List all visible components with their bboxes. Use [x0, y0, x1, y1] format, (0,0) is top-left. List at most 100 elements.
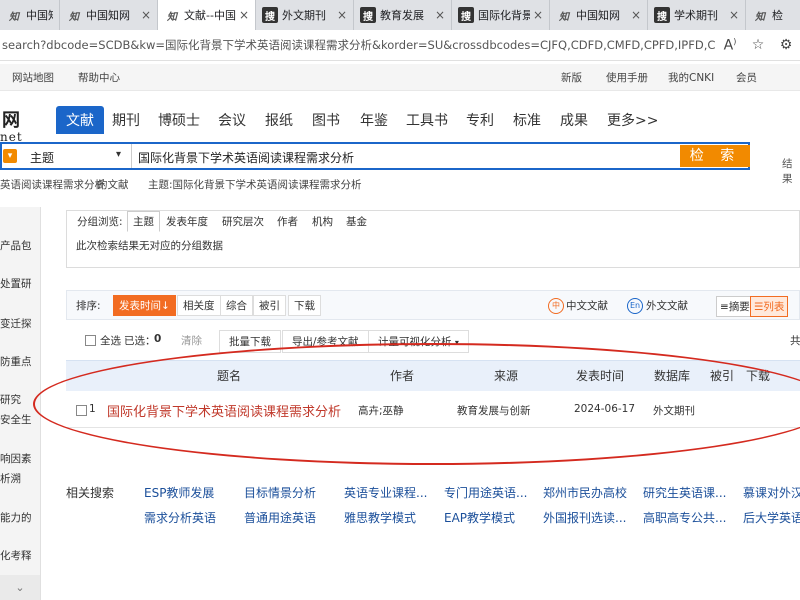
browser-tab[interactable]: 知检: [746, 0, 800, 30]
browser-tab[interactable]: 搜外文期刊 ×: [256, 0, 354, 30]
chinese-literature-icon: 中: [548, 298, 564, 314]
new-version-link[interactable]: 新版: [561, 70, 582, 85]
browser-tab[interactable]: 知中国知网 ×: [60, 0, 158, 30]
dropdown-arrow-icon: ▾: [3, 149, 17, 163]
related-search-link[interactable]: 慕课对外汉: [743, 484, 800, 501]
related-search-link[interactable]: 外国报刊选读...: [543, 509, 626, 526]
sort-option-relevance[interactable]: 相关度: [177, 295, 221, 316]
browser-tab[interactable]: 知中国知网: [0, 0, 60, 30]
my-cnki-link[interactable]: 我的CNKI: [668, 70, 714, 85]
group-empty-message: 此次检索结果无对应的分组数据: [76, 240, 223, 252]
sogou-favicon-icon: 搜: [262, 7, 278, 23]
sidebar-item[interactable]: 产品包: [0, 238, 32, 253]
category-tab-newspaper[interactable]: 报纸: [265, 110, 293, 130]
view-list-button[interactable]: ☰列表: [750, 296, 789, 317]
category-tab-conference[interactable]: 会议: [218, 110, 246, 130]
site-map-link[interactable]: 网站地图: [12, 70, 54, 85]
category-tab-book[interactable]: 图书: [312, 110, 340, 130]
crumb-keyword[interactable]: 英语阅读课程需求分析: [0, 177, 105, 192]
read-aloud-icon[interactable]: A): [716, 37, 744, 54]
annotation-ellipse: [33, 343, 800, 465]
url-field[interactable]: search?dbcode=SCDB&kw=国际化背景下学术英语阅读课程需求分析…: [0, 37, 716, 53]
close-tab-icon[interactable]: ×: [533, 8, 543, 22]
chinese-literature-filter[interactable]: 中文文献: [566, 298, 608, 313]
browser-tab[interactable]: 搜国际化背景 ×: [452, 0, 550, 30]
category-tab-patent[interactable]: 专利: [466, 110, 494, 130]
foreign-literature-filter[interactable]: 外文文献: [646, 298, 688, 313]
category-tab-reference[interactable]: 工具书: [406, 110, 448, 130]
member-link[interactable]: 会员: [736, 70, 757, 85]
related-search-link[interactable]: 普通用途英语: [244, 509, 316, 526]
abstract-view-icon: ≡: [720, 301, 729, 313]
browser-tab[interactable]: 搜教育发展 ×: [354, 0, 452, 30]
search-bar: ▾ 主题 ▾ 国际化背景下学术英语阅读课程需求分析: [0, 142, 750, 170]
view-abstract-button[interactable]: ≡摘要: [716, 296, 754, 317]
selected-label: 已选：: [124, 335, 156, 347]
related-search-link[interactable]: 郑州市民办高校: [543, 484, 627, 501]
close-tab-icon[interactable]: ×: [141, 8, 151, 22]
close-tab-icon[interactable]: ×: [239, 8, 249, 22]
related-search-link[interactable]: 雅思教学模式: [344, 509, 416, 526]
category-tab-yearbook[interactable]: 年鉴: [360, 110, 388, 130]
cnki-favicon-icon: 知: [167, 11, 177, 23]
related-search-link[interactable]: EAP教学模式: [444, 509, 515, 526]
search-button[interactable]: 检 索: [680, 145, 750, 167]
sidebar-item[interactable]: 防重点: [0, 354, 32, 369]
sidebar-item[interactable]: 变迁探: [0, 316, 32, 331]
sidebar-item[interactable]: 析溯: [0, 471, 21, 486]
crumb-topic[interactable]: 主题:国际化背景下学术英语阅读课程需求分析: [148, 177, 362, 192]
related-search-link[interactable]: 目标情景分析: [244, 484, 316, 501]
sidebar-scroll-down-icon[interactable]: ⌄: [0, 575, 40, 600]
cnki-favicon-icon: 知: [559, 11, 569, 23]
manual-link[interactable]: 使用手册: [606, 70, 648, 85]
address-bar: search?dbcode=SCDB&kw=国际化背景下学术英语阅读课程需求分析…: [0, 30, 800, 61]
group-tab-author[interactable]: 作者: [277, 214, 298, 229]
category-tab-achievement[interactable]: 成果: [560, 110, 588, 130]
browser-tab-active[interactable]: 知文献--中国 ×: [158, 0, 256, 30]
group-tab-institution[interactable]: 机构: [312, 214, 333, 229]
group-tab-fund[interactable]: 基金: [346, 214, 367, 229]
browser-tab[interactable]: 知中国知网 ×: [550, 0, 648, 30]
related-search-link[interactable]: 专门用途英语...: [444, 484, 527, 501]
cnki-favicon-icon: 知: [9, 11, 19, 23]
related-search-link[interactable]: 后大学英语: [743, 509, 800, 526]
category-tab-literature[interactable]: 文献: [56, 106, 104, 134]
sort-option-download[interactable]: 下载: [288, 295, 321, 316]
select-all-checkbox[interactable]: [85, 335, 96, 346]
related-search-link[interactable]: 需求分析英语: [144, 509, 216, 526]
sidebar-item[interactable]: 能力的: [0, 510, 32, 525]
close-tab-icon[interactable]: ×: [729, 8, 739, 22]
category-tab-journal[interactable]: 期刊: [112, 110, 140, 130]
close-tab-icon[interactable]: ×: [337, 8, 347, 22]
settings-gear-icon[interactable]: ⚙: [772, 37, 800, 53]
sort-option-date[interactable]: 发表时间↓: [113, 295, 176, 316]
sort-option-cited[interactable]: 被引: [253, 295, 286, 316]
cnki-logo[interactable]: 网: [2, 106, 20, 132]
sidebar-item[interactable]: 安全生: [0, 412, 32, 427]
sidebar-item[interactable]: 响因素: [0, 451, 32, 466]
help-center-link[interactable]: 帮助中心: [78, 70, 120, 85]
group-tab-level[interactable]: 研究层次: [222, 214, 264, 229]
search-in-results-link[interactable]: 结果: [782, 156, 800, 186]
sort-option-composite[interactable]: 综合: [220, 295, 253, 316]
favorite-star-icon[interactable]: ☆: [744, 37, 772, 53]
search-input[interactable]: 国际化背景下学术英语阅读课程需求分析: [138, 149, 354, 166]
related-search-link[interactable]: ESP教师发展: [144, 484, 214, 501]
close-tab-icon[interactable]: ×: [631, 8, 641, 22]
group-tab-topic[interactable]: 主题: [127, 211, 160, 232]
category-tab-more[interactable]: 更多>>: [607, 110, 658, 130]
sidebar-item[interactable]: 化考释: [0, 548, 32, 563]
sidebar-item[interactable]: 处置研: [0, 276, 32, 291]
close-tab-icon[interactable]: ×: [435, 8, 445, 22]
browser-tab[interactable]: 搜学术期刊 ×: [648, 0, 746, 30]
clear-selection-link[interactable]: 清除: [181, 333, 202, 348]
category-tab-standard[interactable]: 标准: [513, 110, 541, 130]
related-search-link[interactable]: 高职高专公共...: [643, 509, 726, 526]
category-tab-thesis[interactable]: 博硕士: [158, 110, 200, 130]
site-top-nav: 网站地图 帮助中心 新版 使用手册 我的CNKI 会员: [0, 64, 800, 91]
sidebar-item[interactable]: 研究: [0, 392, 21, 407]
group-tab-year[interactable]: 发表年度: [166, 214, 208, 229]
search-field-select[interactable]: ▾ 主题 ▾: [2, 144, 132, 168]
related-search-link[interactable]: 研究生英语课...: [643, 484, 726, 501]
related-search-link[interactable]: 英语专业课程...: [344, 484, 427, 501]
